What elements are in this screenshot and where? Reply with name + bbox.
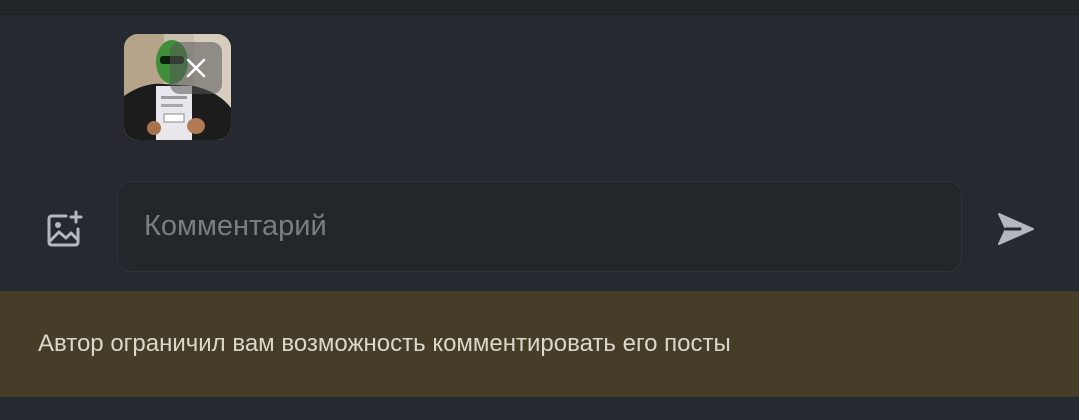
close-icon [186,58,206,78]
add-image-button[interactable] [42,207,86,251]
send-arrow-icon [998,213,1034,245]
image-plus-icon [47,210,83,247]
top-divider [0,0,1079,15]
comment-field[interactable] [117,181,962,272]
bottom-strip [0,397,1079,420]
remove-attachment-button[interactable] [170,42,222,94]
comment-restriction-notice: Автор ограничил вам возможность комменти… [0,291,1079,397]
notice-text: Автор ограничил вам возможность комменти… [38,330,731,357]
comment-input[interactable] [144,182,944,271]
send-button[interactable] [992,206,1040,252]
